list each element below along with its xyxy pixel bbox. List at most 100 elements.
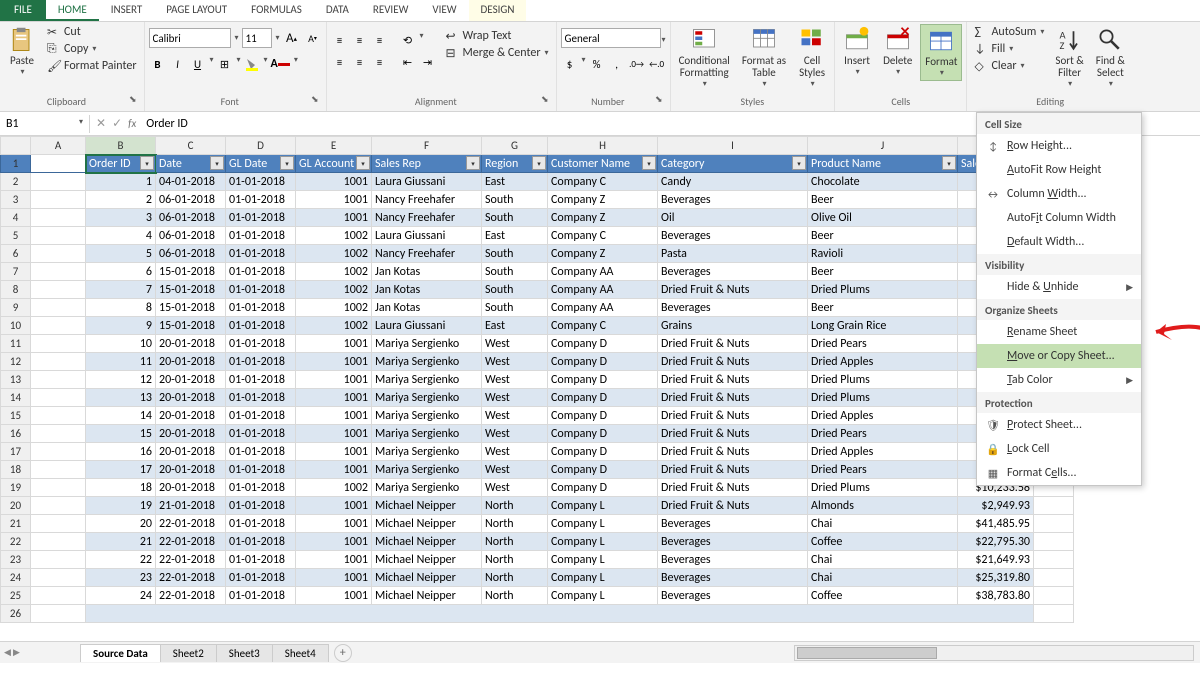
italic-button[interactable]: I: [169, 55, 187, 73]
column-header-A[interactable]: A: [31, 137, 86, 155]
row-header-17[interactable]: 17: [1, 443, 31, 461]
data-cell[interactable]: 5: [86, 245, 156, 263]
data-cell[interactable]: 22-01-2018: [156, 569, 226, 587]
row-header-10[interactable]: 10: [1, 317, 31, 335]
data-cell[interactable]: Laura Giussani: [372, 317, 482, 335]
clear-button[interactable]: ◇Clear▾: [971, 58, 1047, 74]
data-cell[interactable]: 01-01-2018: [226, 443, 296, 461]
column-header-C[interactable]: C: [156, 137, 226, 155]
data-cell[interactable]: Mariya Sergienko: [372, 479, 482, 497]
data-cell[interactable]: Company AA: [548, 299, 658, 317]
data-cell[interactable]: 1002: [296, 245, 372, 263]
data-cell[interactable]: Michael Neipper: [372, 569, 482, 587]
data-cell[interactable]: Nancy Freehafer: [372, 209, 482, 227]
data-cell[interactable]: North: [482, 569, 548, 587]
data-cell[interactable]: Beer: [808, 191, 958, 209]
data-cell[interactable]: Company C: [548, 227, 658, 245]
data-cell[interactable]: 01-01-2018: [226, 515, 296, 533]
row-header-14[interactable]: 14: [1, 389, 31, 407]
data-cell[interactable]: Long Grain Rice: [808, 317, 958, 335]
data-cell[interactable]: East: [482, 227, 548, 245]
data-cell[interactable]: East: [482, 317, 548, 335]
data-cell[interactable]: Mariya Sergienko: [372, 335, 482, 353]
select-all-corner[interactable]: [1, 137, 31, 155]
table-header-cell[interactable]: Product Name▾: [808, 155, 958, 173]
data-cell[interactable]: Dried Pears: [808, 425, 958, 443]
data-cell[interactable]: 12: [86, 371, 156, 389]
data-cell[interactable]: 1001: [296, 515, 372, 533]
data-cell[interactable]: 24: [86, 587, 156, 605]
enter-formula-icon[interactable]: ✓: [112, 116, 122, 131]
data-cell[interactable]: 1001: [296, 209, 372, 227]
row-header-9[interactable]: 9: [1, 299, 31, 317]
data-cell[interactable]: Company L: [548, 551, 658, 569]
tab-page-layout[interactable]: PAGE LAYOUT: [154, 0, 239, 21]
data-cell[interactable]: Jan Kotas: [372, 263, 482, 281]
data-cell[interactable]: West: [482, 389, 548, 407]
data-cell[interactable]: 1002: [296, 299, 372, 317]
data-cell[interactable]: Beverages: [658, 569, 808, 587]
data-cell[interactable]: West: [482, 371, 548, 389]
align-bottom-button[interactable]: ≡: [371, 31, 389, 49]
data-cell[interactable]: 1001: [296, 389, 372, 407]
data-cell[interactable]: West: [482, 407, 548, 425]
row-header-6[interactable]: 6: [1, 245, 31, 263]
data-cell[interactable]: Company D: [548, 443, 658, 461]
row-header-23[interactable]: 23: [1, 551, 31, 569]
data-cell[interactable]: 1001: [296, 443, 372, 461]
menu-format-cells[interactable]: ▦Format Cells...: [977, 461, 1141, 485]
data-cell[interactable]: 01-01-2018: [226, 497, 296, 515]
data-cell[interactable]: 4: [86, 227, 156, 245]
data-cell[interactable]: Dried Plums: [808, 389, 958, 407]
data-cell[interactable]: East: [482, 173, 548, 191]
filter-dropdown-icon[interactable]: ▾: [532, 156, 546, 170]
data-cell[interactable]: 01-01-2018: [226, 209, 296, 227]
data-cell[interactable]: 1001: [296, 551, 372, 569]
data-cell[interactable]: 01-01-2018: [226, 335, 296, 353]
data-cell[interactable]: 11: [86, 353, 156, 371]
data-cell[interactable]: Company L: [548, 587, 658, 605]
data-cell[interactable]: 01-01-2018: [226, 461, 296, 479]
data-cell[interactable]: 22-01-2018: [156, 587, 226, 605]
data-cell[interactable]: 16: [86, 443, 156, 461]
data-cell[interactable]: Mariya Sergienko: [372, 371, 482, 389]
data-cell[interactable]: Mariya Sergienko: [372, 389, 482, 407]
filter-dropdown-icon[interactable]: ▾: [140, 156, 154, 170]
data-cell[interactable]: 01-01-2018: [226, 227, 296, 245]
data-cell[interactable]: Dried Plums: [808, 371, 958, 389]
data-cell[interactable]: South: [482, 281, 548, 299]
data-cell[interactable]: 20-01-2018: [156, 461, 226, 479]
data-cell[interactable]: Candy: [658, 173, 808, 191]
delete-cells-button[interactable]: Delete▾: [879, 24, 916, 79]
data-cell[interactable]: Jan Kotas: [372, 299, 482, 317]
find-select-button[interactable]: Find & Select▾: [1092, 24, 1129, 91]
data-cell[interactable]: 10: [86, 335, 156, 353]
menu-autofit-column-width[interactable]: AutoFit Column Width: [977, 206, 1141, 230]
data-cell[interactable]: North: [482, 587, 548, 605]
data-cell[interactable]: 3: [86, 209, 156, 227]
data-cell[interactable]: Michael Neipper: [372, 587, 482, 605]
row-header-15[interactable]: 15: [1, 407, 31, 425]
data-cell[interactable]: 22-01-2018: [156, 533, 226, 551]
row-header-21[interactable]: 21: [1, 515, 31, 533]
data-cell[interactable]: Company Z: [548, 209, 658, 227]
data-cell[interactable]: Company AA: [548, 263, 658, 281]
menu-rename-sheet[interactable]: Rename Sheet: [977, 320, 1141, 344]
insert-cells-button[interactable]: Insert▾: [839, 24, 875, 79]
data-cell[interactable]: 20: [86, 515, 156, 533]
data-cell[interactable]: 1001: [296, 335, 372, 353]
decrease-decimal-button[interactable]: ←.0: [648, 55, 666, 73]
data-cell[interactable]: Beverages: [658, 263, 808, 281]
data-cell[interactable]: $21,649.93: [958, 551, 1034, 569]
data-cell[interactable]: 20-01-2018: [156, 479, 226, 497]
data-cell[interactable]: 1001: [296, 425, 372, 443]
data-cell[interactable]: Mariya Sergienko: [372, 461, 482, 479]
data-cell[interactable]: Dried Plums: [808, 479, 958, 497]
font-launcher[interactable]: ⬊: [311, 94, 322, 109]
orientation-button[interactable]: ⟲: [399, 31, 417, 49]
menu-protect-sheet[interactable]: 🛡Protect Sheet...: [977, 413, 1141, 437]
font-name-input[interactable]: [149, 28, 231, 48]
data-cell[interactable]: $22,795.30: [958, 533, 1034, 551]
row-header-7[interactable]: 7: [1, 263, 31, 281]
data-cell[interactable]: 1001: [296, 569, 372, 587]
